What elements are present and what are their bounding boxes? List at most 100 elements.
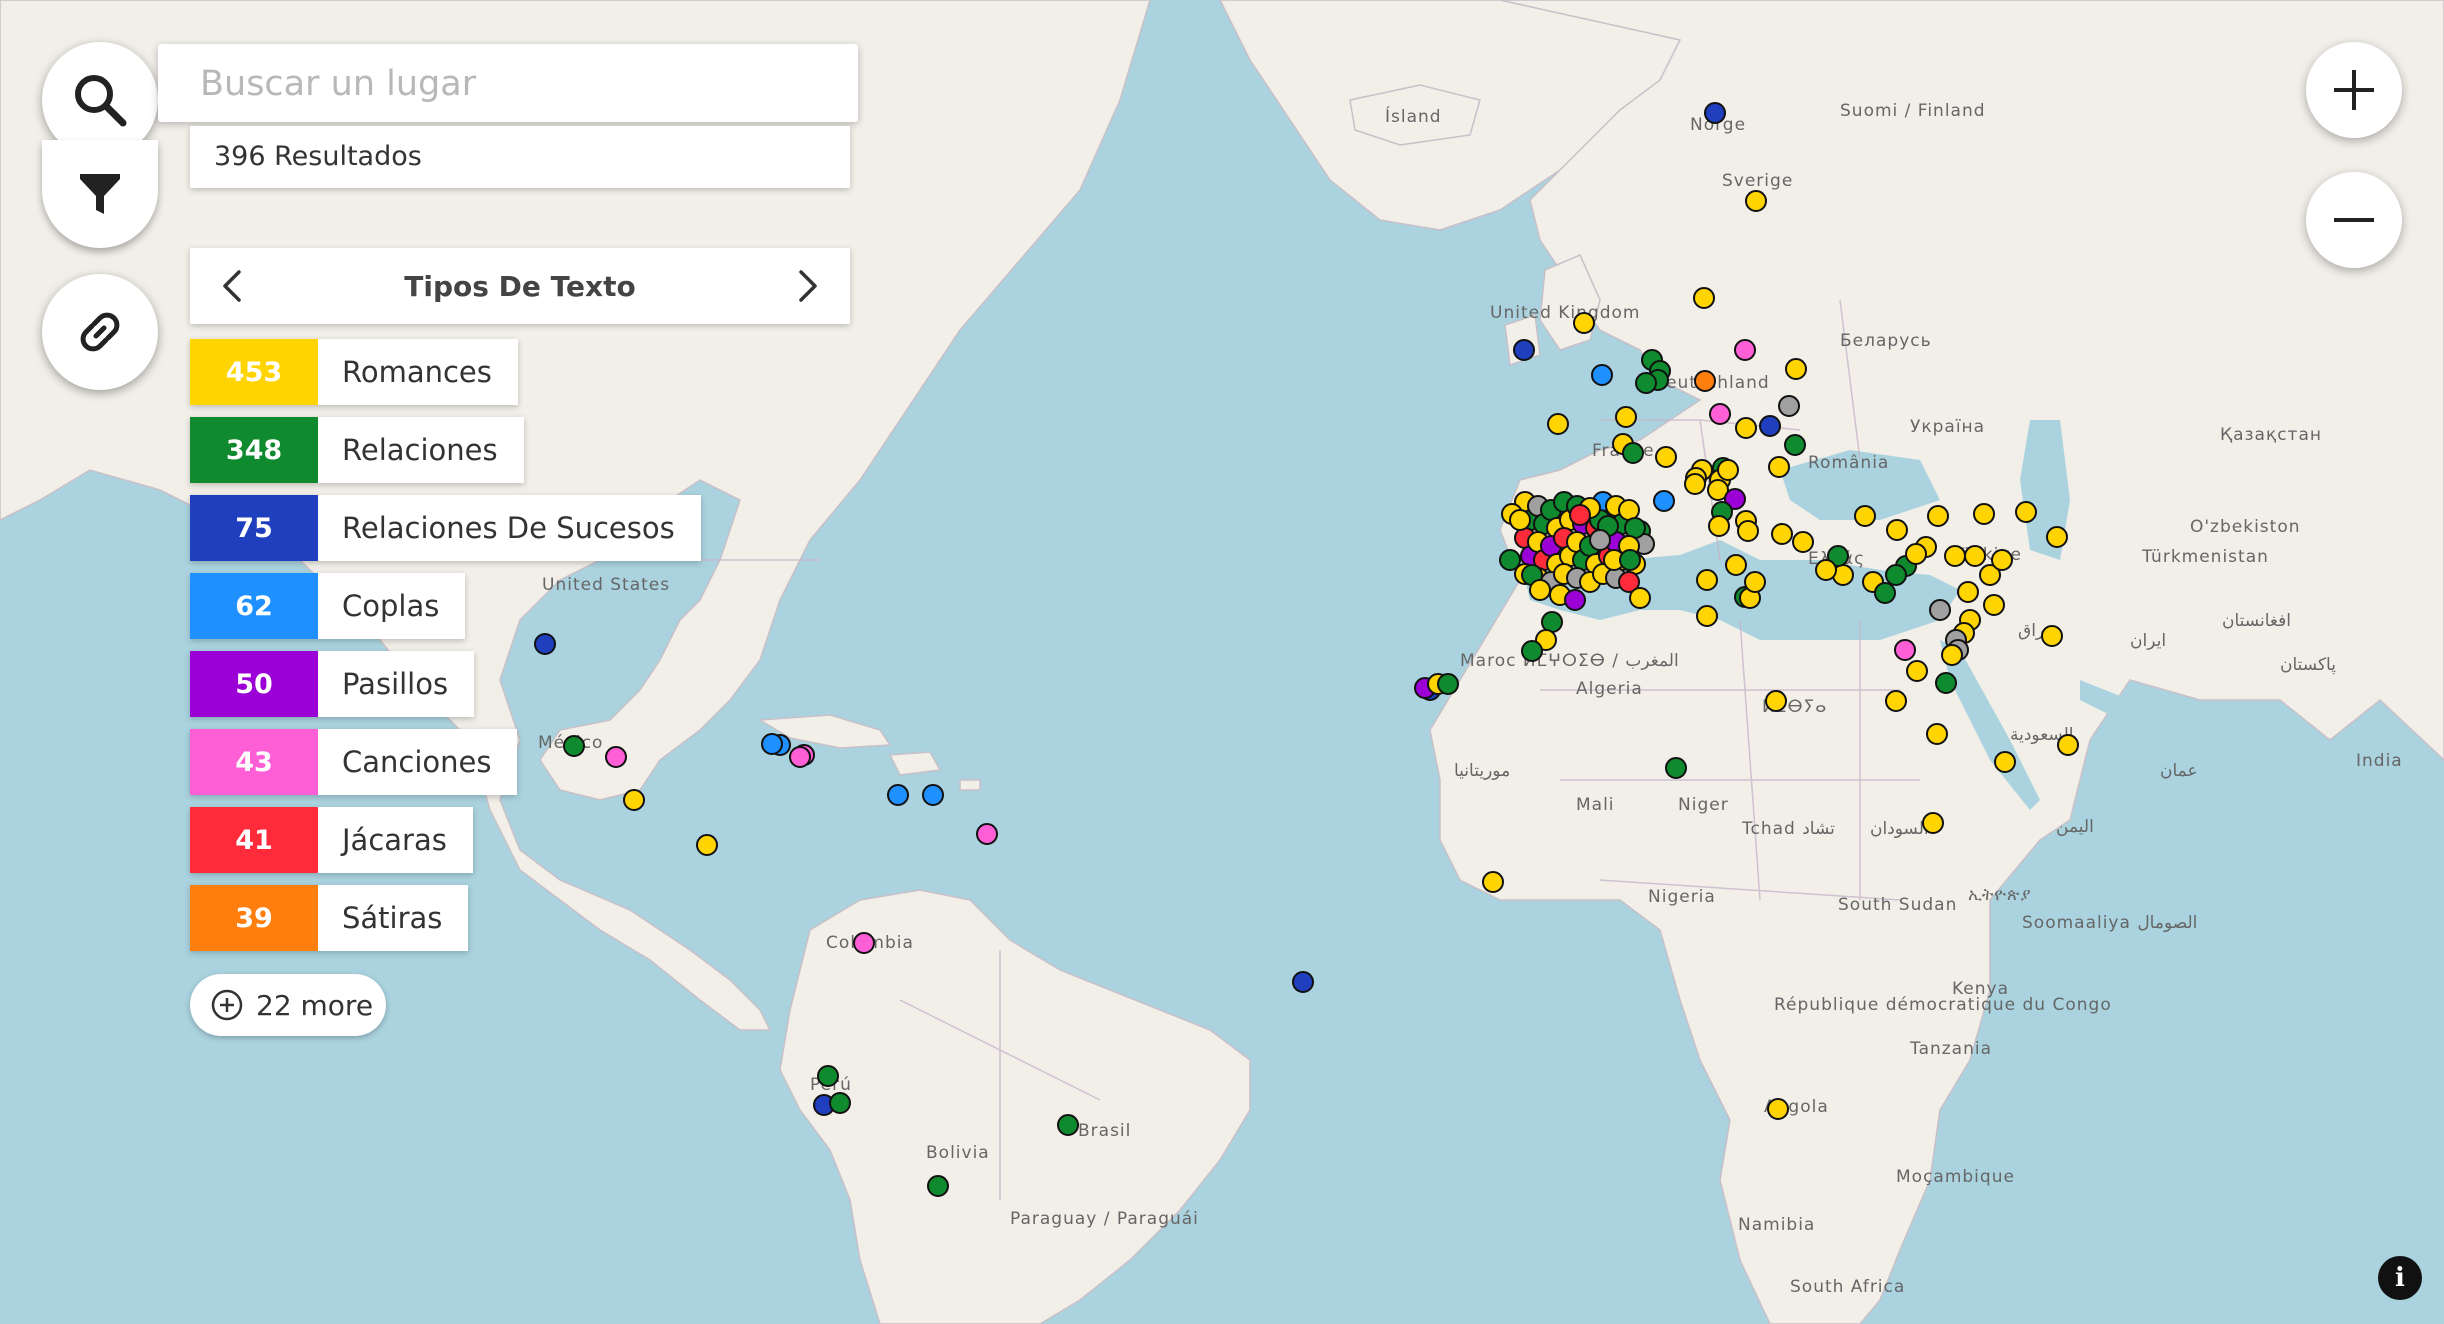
map-marker[interactable] xyxy=(1886,519,1908,541)
legend-next-button[interactable] xyxy=(790,266,826,306)
map-marker[interactable] xyxy=(1973,503,1995,525)
map-marker[interactable] xyxy=(1482,871,1504,893)
map-marker[interactable] xyxy=(1744,571,1766,593)
map-marker[interactable] xyxy=(1709,403,1731,425)
map-marker[interactable] xyxy=(927,1175,949,1197)
map-marker[interactable] xyxy=(2041,625,2063,647)
legend-item-relaciones-de-sucesos[interactable]: 75 Relaciones De Sucesos xyxy=(190,495,701,561)
map-marker[interactable] xyxy=(1622,442,1644,464)
map-marker[interactable] xyxy=(1694,370,1716,392)
map-marker[interactable] xyxy=(1926,723,1948,745)
zoom-out-button[interactable] xyxy=(2306,172,2402,268)
map-marker[interactable] xyxy=(1541,611,1563,633)
map-marker[interactable] xyxy=(1057,1114,1079,1136)
legend-item-jacaras[interactable]: 41 Jácaras xyxy=(190,807,473,873)
map-marker[interactable] xyxy=(1785,358,1807,380)
map-marker[interactable] xyxy=(1894,639,1916,661)
legend-prev-button[interactable] xyxy=(214,266,250,306)
map-marker[interactable] xyxy=(1708,515,1730,537)
map-marker[interactable] xyxy=(976,823,998,845)
map-marker[interactable] xyxy=(1704,102,1726,124)
legend-item-relaciones[interactable]: 348 Relaciones xyxy=(190,417,524,483)
map-marker[interactable] xyxy=(1696,605,1718,627)
map-marker[interactable] xyxy=(1615,406,1637,428)
map-marker[interactable] xyxy=(1983,594,2005,616)
map-marker[interactable] xyxy=(1635,372,1657,394)
share-link-button[interactable] xyxy=(42,274,158,390)
map-marker[interactable] xyxy=(1944,545,1966,567)
map-marker[interactable] xyxy=(1815,559,1837,581)
legend-item-pasillos[interactable]: 50 Pasillos xyxy=(190,651,475,717)
map-marker[interactable] xyxy=(789,746,811,768)
map-marker[interactable] xyxy=(922,784,944,806)
map-marker[interactable] xyxy=(1941,644,1963,666)
map-marker[interactable] xyxy=(1874,582,1896,604)
map-marker[interactable] xyxy=(1569,504,1591,526)
map-marker[interactable] xyxy=(1905,543,1927,565)
map-marker[interactable] xyxy=(1854,505,1876,527)
map-marker[interactable] xyxy=(1745,190,1767,212)
map-marker[interactable] xyxy=(1964,545,1986,567)
map-marker[interactable] xyxy=(887,784,909,806)
map-marker[interactable] xyxy=(1885,690,1907,712)
map-marker[interactable] xyxy=(1591,364,1613,386)
legend-item-romances[interactable]: 453 Romances xyxy=(190,339,518,405)
map-marker[interactable] xyxy=(1778,395,1800,417)
map-marker[interactable] xyxy=(1994,751,2016,773)
map-marker[interactable] xyxy=(1767,1098,1789,1120)
map-marker[interactable] xyxy=(829,1092,851,1114)
map-marker[interactable] xyxy=(1927,505,1949,527)
map-marker[interactable] xyxy=(1624,517,1646,539)
map-marker[interactable] xyxy=(1619,549,1641,571)
map-marker[interactable] xyxy=(1665,757,1687,779)
map-marker[interactable] xyxy=(1684,473,1706,495)
map-marker[interactable] xyxy=(2046,526,2068,548)
map-marker[interactable] xyxy=(1653,490,1675,512)
map-marker[interactable] xyxy=(1547,413,1569,435)
legend-more-button[interactable]: 22 more xyxy=(190,974,386,1036)
map-marker[interactable] xyxy=(2057,734,2079,756)
map-marker[interactable] xyxy=(1573,312,1595,334)
map-marker[interactable] xyxy=(1765,690,1787,712)
map-marker[interactable] xyxy=(1929,599,1951,621)
map-marker[interactable] xyxy=(1529,579,1551,601)
map-marker[interactable] xyxy=(1292,971,1314,993)
search-input[interactable] xyxy=(198,44,842,124)
map-marker[interactable] xyxy=(1564,589,1586,611)
map-marker[interactable] xyxy=(1759,415,1781,437)
map-marker[interactable] xyxy=(1509,509,1531,531)
map-marker[interactable] xyxy=(1922,812,1944,834)
map-marker[interactable] xyxy=(1771,523,1793,545)
map-marker[interactable] xyxy=(1618,499,1640,521)
map-marker[interactable] xyxy=(1784,434,1806,456)
map-marker[interactable] xyxy=(1957,581,1979,603)
map-marker[interactable] xyxy=(761,733,783,755)
map-marker[interactable] xyxy=(1589,529,1611,551)
map-marker[interactable] xyxy=(1768,456,1790,478)
map-marker[interactable] xyxy=(1737,520,1759,542)
map-marker[interactable] xyxy=(1629,587,1651,609)
legend-item-canciones[interactable]: 43 Canciones xyxy=(190,729,518,795)
legend-item-coplas[interactable]: 62 Coplas xyxy=(190,573,466,639)
map-marker[interactable] xyxy=(1735,417,1757,439)
map-marker[interactable] xyxy=(1513,339,1535,361)
info-button[interactable]: i xyxy=(2378,1256,2422,1300)
map-marker[interactable] xyxy=(1734,339,1756,361)
zoom-in-button[interactable] xyxy=(2306,42,2402,138)
map-marker[interactable] xyxy=(1906,660,1928,682)
map-marker[interactable] xyxy=(1693,287,1715,309)
map-marker[interactable] xyxy=(1696,569,1718,591)
map-marker[interactable] xyxy=(1792,531,1814,553)
map-marker[interactable] xyxy=(1655,446,1677,468)
map-marker[interactable] xyxy=(817,1065,839,1087)
map-marker[interactable] xyxy=(1521,640,1543,662)
map-marker[interactable] xyxy=(1991,549,2013,571)
map-marker[interactable] xyxy=(1499,549,1521,571)
map-marker[interactable] xyxy=(1717,459,1739,481)
map-marker[interactable] xyxy=(1935,672,1957,694)
map-marker[interactable] xyxy=(1437,673,1459,695)
map-marker[interactable] xyxy=(2015,501,2037,523)
map-marker[interactable] xyxy=(1725,554,1747,576)
map-marker[interactable] xyxy=(1885,564,1907,586)
legend-item-satiras[interactable]: 39 Sátiras xyxy=(190,885,469,951)
